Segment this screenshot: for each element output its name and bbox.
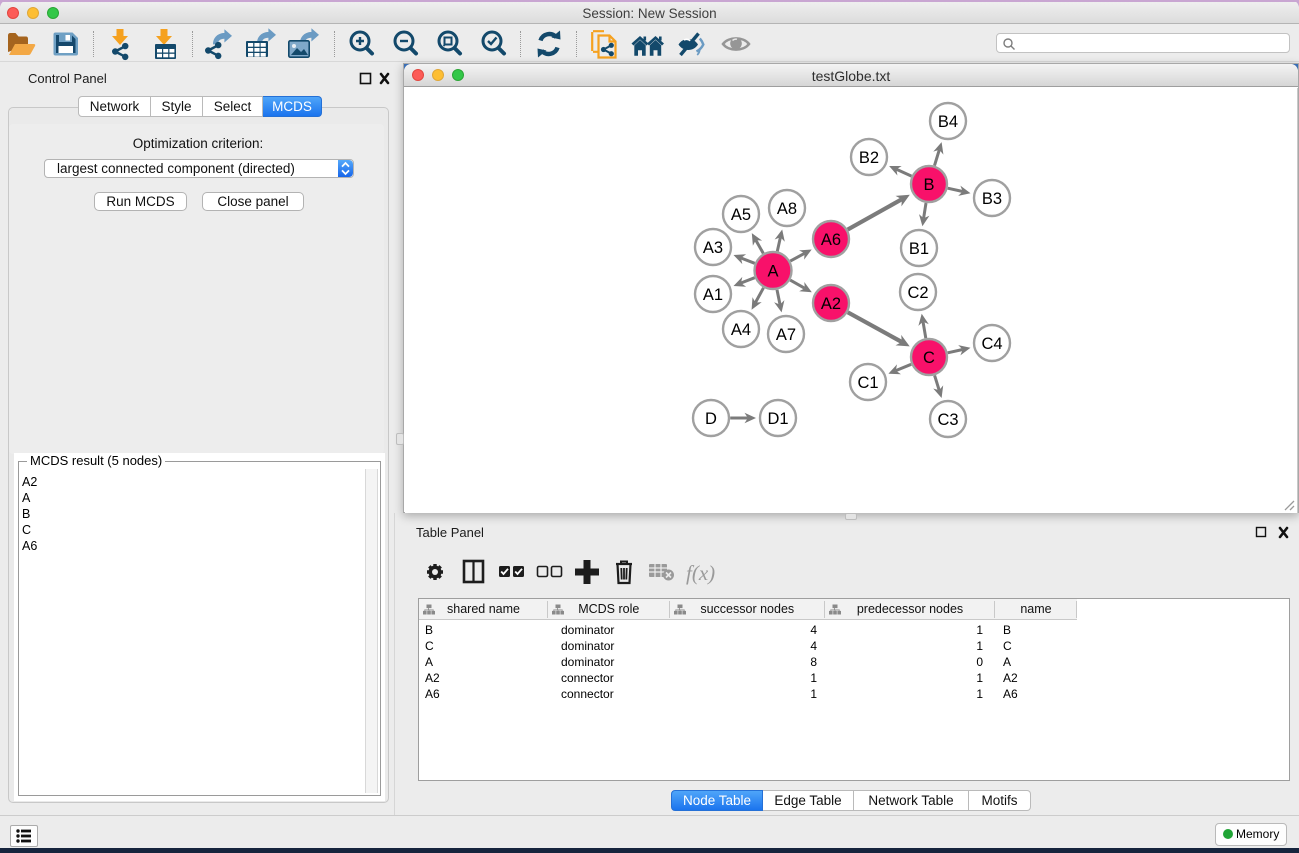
svg-text:C2: C2 xyxy=(907,284,928,302)
svg-text:D1: D1 xyxy=(767,410,788,428)
svg-text:A1: A1 xyxy=(703,286,723,304)
svg-text:A6: A6 xyxy=(821,231,841,249)
svg-text:B: B xyxy=(923,176,934,194)
svg-text:A: A xyxy=(767,263,778,281)
svg-text:C3: C3 xyxy=(937,411,958,429)
svg-text:B2: B2 xyxy=(859,149,879,167)
svg-text:B4: B4 xyxy=(938,113,958,131)
svg-text:A4: A4 xyxy=(731,321,751,339)
svg-text:B3: B3 xyxy=(982,190,1002,208)
svg-text:A2: A2 xyxy=(821,295,841,313)
svg-text:C: C xyxy=(923,349,935,367)
svg-text:C1: C1 xyxy=(857,374,878,392)
svg-text:A8: A8 xyxy=(777,200,797,218)
svg-text:A3: A3 xyxy=(703,239,723,257)
svg-text:A5: A5 xyxy=(731,206,751,224)
svg-text:B1: B1 xyxy=(909,240,929,258)
svg-text:A7: A7 xyxy=(776,326,796,344)
svg-text:C4: C4 xyxy=(981,335,1002,353)
svg-text:D: D xyxy=(705,410,717,428)
